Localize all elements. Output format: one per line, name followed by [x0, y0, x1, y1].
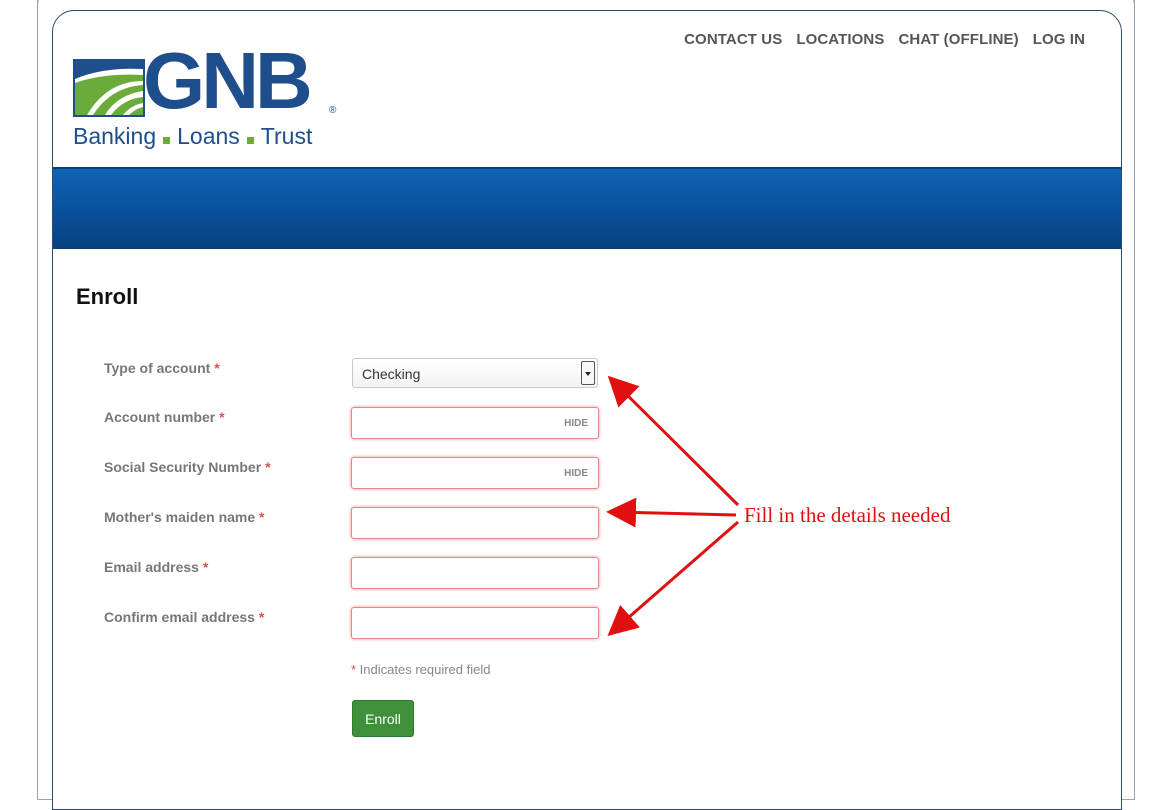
annotation-arrow-1 — [607, 375, 740, 507]
annotation-arrow-3 — [607, 520, 739, 636]
annotation-overlay — [606, 375, 740, 636]
annotation-arrow-2 — [606, 497, 737, 528]
annotation-label: Fill in the details needed — [744, 503, 951, 527]
